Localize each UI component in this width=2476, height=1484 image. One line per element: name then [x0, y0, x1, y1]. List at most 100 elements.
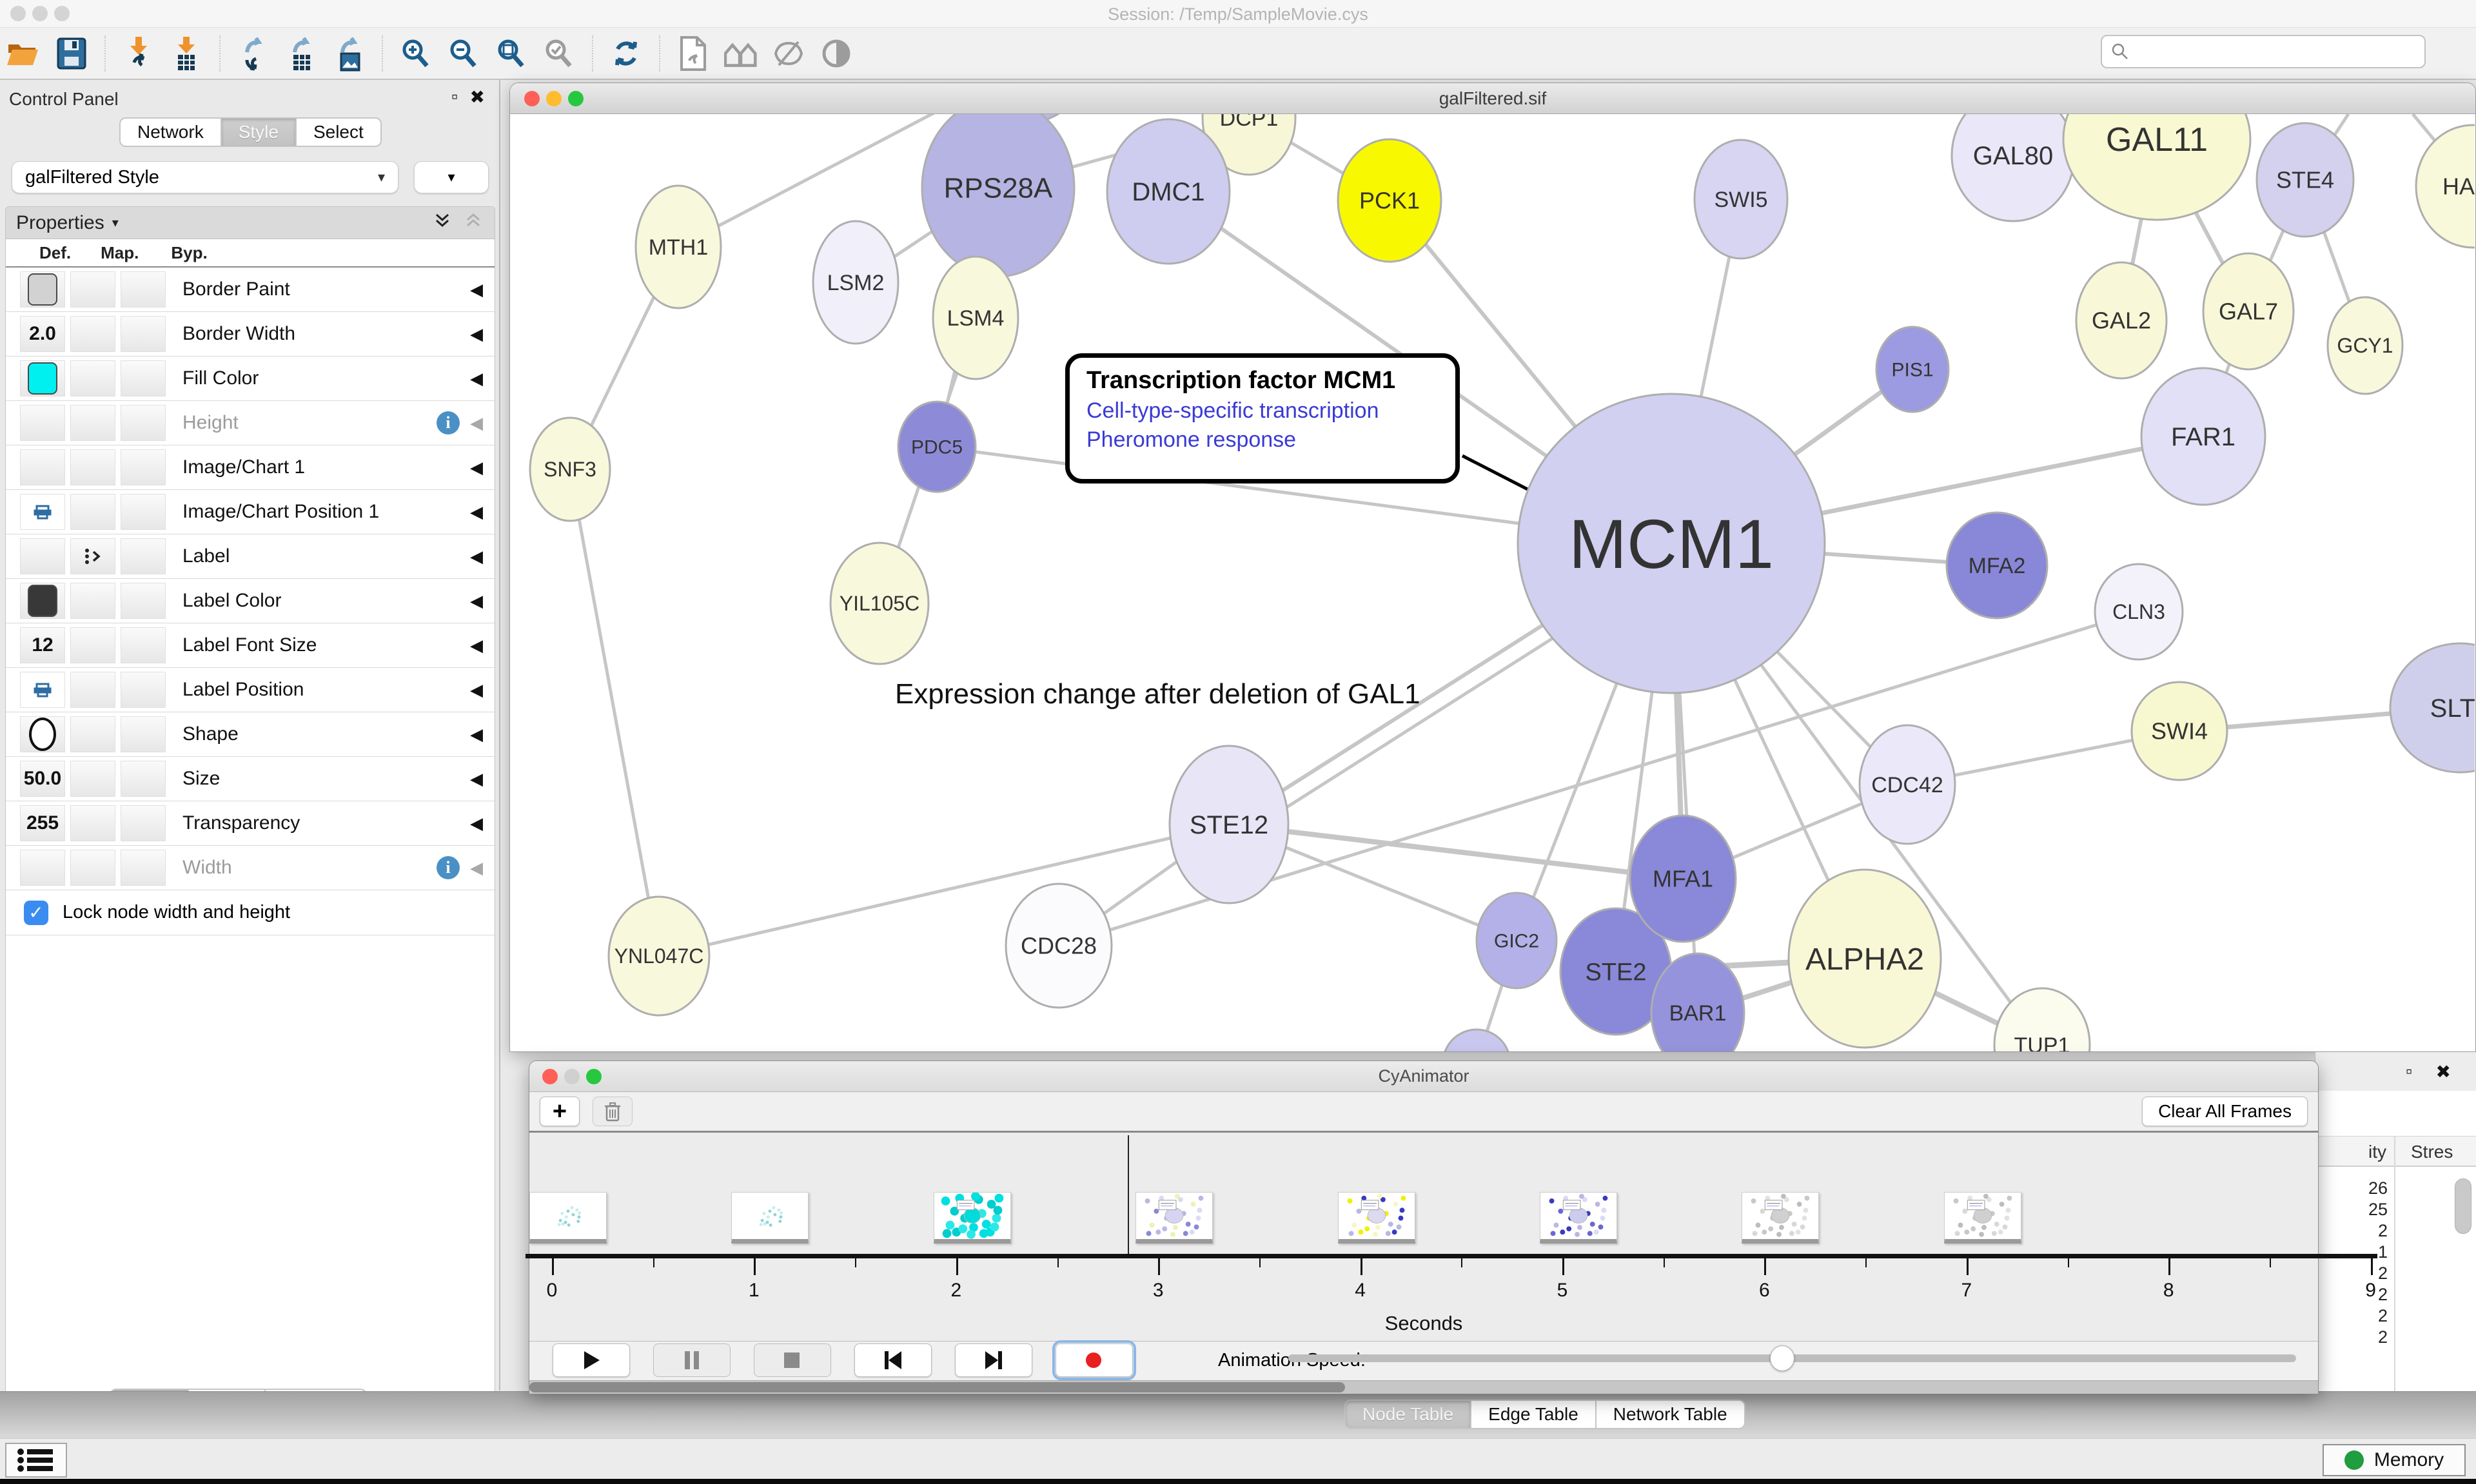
expand-row-icon[interactable]: ◀: [470, 458, 483, 478]
map-cell[interactable]: [70, 850, 115, 886]
frame-thumbnail-1[interactable]: [731, 1192, 809, 1244]
expand-row-icon[interactable]: ◀: [470, 369, 483, 389]
session-home-icon[interactable]: [724, 37, 758, 70]
node-MTH1[interactable]: MTH1: [636, 186, 721, 308]
def-cell[interactable]: [20, 672, 65, 708]
node-LSM2[interactable]: LSM2: [813, 221, 898, 344]
save-session-icon[interactable]: [55, 37, 88, 70]
frame-thumbnail-3[interactable]: [1135, 1192, 1213, 1244]
default-value[interactable]: 255: [26, 812, 59, 834]
default-swatch[interactable]: [28, 273, 57, 306]
expand-row-icon[interactable]: ◀: [470, 725, 483, 745]
expand-row-icon[interactable]: ◀: [470, 814, 483, 834]
map-cell[interactable]: [70, 316, 115, 352]
table-cell[interactable]: 2: [2315, 1327, 2388, 1347]
add-frame-button[interactable]: +: [540, 1097, 580, 1126]
map-cell[interactable]: [70, 405, 115, 441]
table-cell[interactable]: 2: [2315, 1221, 2388, 1241]
map-cell[interactable]: [70, 360, 115, 396]
import-network-icon[interactable]: [122, 37, 155, 70]
frames-timeline[interactable]: 0123456789 Seconds: [529, 1133, 2318, 1342]
property-row[interactable]: Image/Chart Position 1◀: [6, 490, 495, 534]
node-FAR1[interactable]: FAR1: [2141, 368, 2265, 505]
frame-thumbnail-5[interactable]: [1540, 1192, 1617, 1244]
property-row[interactable]: 50.0Size◀: [6, 757, 495, 801]
clear-all-frames-button[interactable]: Clear All Frames: [2142, 1097, 2308, 1126]
hscrollbar-thumb[interactable]: [529, 1382, 1345, 1392]
stop-button[interactable]: [754, 1343, 831, 1377]
node-GCY1[interactable]: GCY1: [2328, 297, 2402, 394]
def-cell[interactable]: [20, 850, 65, 886]
float-panel-icon[interactable]: ▫: [2406, 1061, 2412, 1082]
export-table-icon[interactable]: [284, 37, 318, 70]
close-panel-icon[interactable]: ✖: [470, 86, 485, 108]
expand-row-icon[interactable]: ◀: [470, 413, 483, 433]
frame-thumbnail-2[interactable]: [934, 1192, 1011, 1244]
table-cell[interactable]: 25: [2315, 1200, 2388, 1220]
annotation-link[interactable]: Cell-type-specific transcription: [1086, 398, 1455, 424]
playhead[interactable]: [1128, 1135, 1129, 1254]
record-button[interactable]: [1056, 1343, 1133, 1377]
play-button[interactable]: [553, 1343, 630, 1377]
byp-cell[interactable]: [121, 449, 166, 485]
byp-cell[interactable]: [121, 716, 166, 752]
import-table-icon[interactable]: [170, 37, 203, 70]
search-box[interactable]: [2101, 35, 2426, 68]
node-MCM1[interactable]: MCM1: [1518, 394, 1825, 693]
node-SWI5[interactable]: SWI5: [1695, 140, 1787, 259]
memory-button[interactable]: Memory: [2323, 1444, 2466, 1476]
node-SLT2[interactable]: SLT2: [2390, 643, 2475, 772]
style-options-button[interactable]: ▾: [414, 161, 489, 193]
cyanimator-hscrollbar[interactable]: [529, 1380, 2318, 1394]
info-icon[interactable]: i: [437, 856, 460, 879]
frame-thumbnail-0[interactable]: [529, 1192, 607, 1244]
byp-cell[interactable]: [121, 761, 166, 797]
map-cell[interactable]: [70, 761, 115, 797]
byp-cell[interactable]: [121, 850, 166, 886]
map-cell[interactable]: [70, 538, 115, 574]
edge-snf3-ynl047c[interactable]: [570, 469, 659, 956]
lock-size-checkbox[interactable]: ✓: [24, 901, 48, 925]
expand-row-icon[interactable]: ◀: [470, 636, 483, 656]
apply-layout-icon[interactable]: [609, 37, 643, 70]
node-GAL2[interactable]: GAL2: [2076, 262, 2166, 378]
byp-cell[interactable]: [121, 672, 166, 708]
node-PDC5[interactable]: PDC5: [898, 402, 976, 492]
column-header[interactable]: ity: [2315, 1142, 2386, 1162]
float-panel-icon[interactable]: ▫: [451, 86, 458, 107]
node-GAL80[interactable]: GAL80: [1952, 114, 2074, 221]
expand-all-icon[interactable]: [431, 210, 453, 237]
def-cell[interactable]: [20, 449, 65, 485]
def-cell[interactable]: 50.0: [20, 761, 65, 797]
node-YIL105C[interactable]: YIL105C: [830, 543, 928, 664]
map-cell[interactable]: [70, 271, 115, 308]
open-session-icon[interactable]: [7, 37, 41, 70]
annotation-link[interactable]: Pheromone response: [1086, 427, 1455, 453]
animation-speed-slider[interactable]: [1288, 1354, 2296, 1362]
node-CDC42[interactable]: CDC42: [1860, 725, 1955, 844]
zoom-out-icon[interactable]: [447, 37, 480, 70]
byp-cell[interactable]: [121, 627, 166, 663]
zoom-in-icon[interactable]: [399, 37, 433, 70]
node-RPS28A[interactable]: RPS28A: [922, 114, 1074, 277]
search-input[interactable]: [2136, 42, 2415, 62]
close-panel-icon[interactable]: ✖: [2436, 1061, 2451, 1082]
default-swatch[interactable]: [28, 585, 57, 617]
def-cell[interactable]: [20, 405, 65, 441]
node-CDC28[interactable]: CDC28: [1006, 884, 1112, 1008]
network-window-titlebar[interactable]: galFiltered.sif: [510, 83, 2475, 114]
map-cell[interactable]: [70, 805, 115, 841]
node-STE4[interactable]: STE4: [2257, 123, 2353, 237]
node-DMC1[interactable]: DMC1: [1107, 119, 1230, 264]
collapse-all-icon[interactable]: [462, 210, 484, 237]
def-cell[interactable]: [20, 538, 65, 574]
map-cell[interactable]: [70, 494, 115, 530]
frame-thumbnail-6[interactable]: [1742, 1192, 1819, 1244]
tab-select[interactable]: Select: [296, 117, 382, 147]
expand-row-icon[interactable]: ◀: [470, 547, 483, 567]
node-SNF3[interactable]: SNF3: [530, 418, 610, 521]
byp-cell[interactable]: [121, 494, 166, 530]
frame-thumbnail-7[interactable]: [1944, 1192, 2021, 1244]
show-details-icon[interactable]: [820, 37, 853, 70]
pause-button[interactable]: [653, 1343, 731, 1377]
